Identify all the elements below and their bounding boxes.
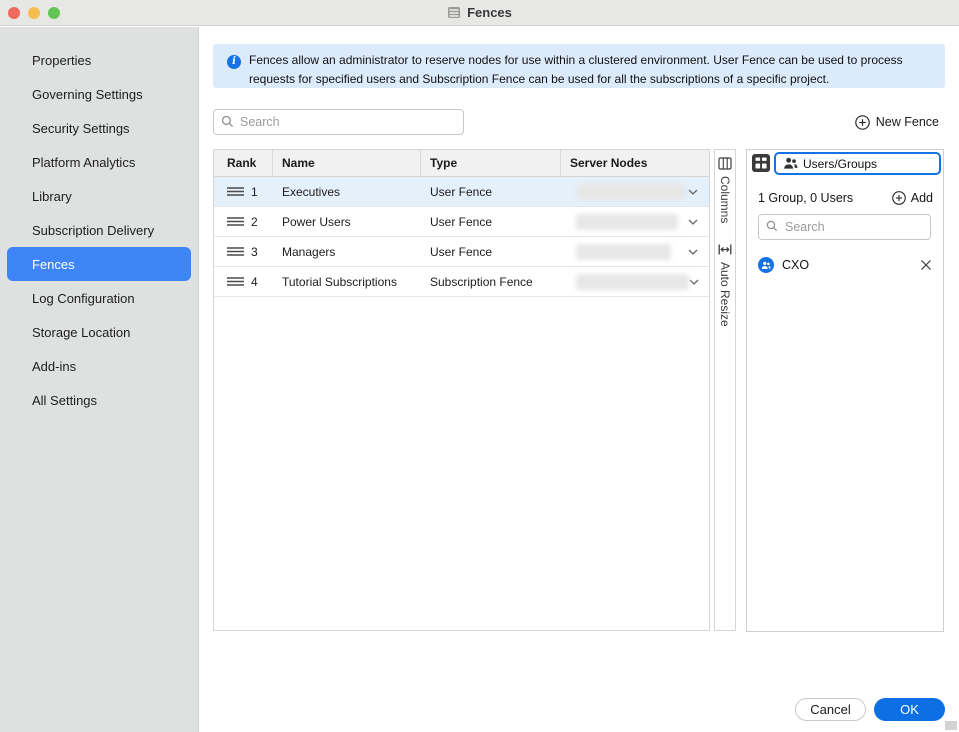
group-avatar (758, 257, 774, 273)
title-bar: Fences (0, 0, 959, 26)
fence-name: Power Users (273, 207, 421, 236)
server-nodes-dropdown[interactable] (561, 237, 709, 266)
column-header-type[interactable]: Type (421, 150, 561, 176)
sidebar-item-fences[interactable]: Fences (7, 247, 191, 281)
server-nodes-redacted (576, 244, 671, 260)
tab-label: Users/Groups (803, 157, 877, 171)
new-fence-button[interactable]: New Fence (855, 113, 939, 131)
column-header-rank[interactable]: Rank (214, 150, 273, 176)
rank-value: 3 (251, 245, 258, 259)
column-header-name[interactable]: Name (273, 150, 421, 176)
sidebar-item-governing-settings[interactable]: Governing Settings (7, 77, 191, 111)
add-label: Add (911, 191, 933, 205)
fence-proxy-icon (447, 6, 461, 19)
window-resize-grip[interactable] (945, 721, 957, 730)
plus-circle-icon (892, 191, 906, 205)
table-row[interactable]: 4 Tutorial Subscriptions Subscription Fe… (214, 267, 709, 297)
table-tools-strip: Columns Auto Resize (714, 149, 736, 631)
fence-type: User Fence (421, 207, 561, 236)
info-banner-text: Fences allow an administrator to reserve… (241, 51, 931, 88)
member-list-item: CXO (758, 256, 932, 274)
sidebar-item-properties[interactable]: Properties (7, 43, 191, 77)
members-search (758, 214, 931, 240)
rank-value: 2 (251, 215, 258, 229)
sidebar-item-library[interactable]: Library (7, 179, 191, 213)
server-nodes-redacted (576, 274, 689, 290)
fence-search-input[interactable] (213, 109, 464, 135)
table-row[interactable]: 2 Power Users User Fence (214, 207, 709, 237)
traffic-lights (8, 7, 60, 19)
sidebar-item-subscription-delivery[interactable]: Subscription Delivery (7, 213, 191, 247)
new-fence-label: New Fence (876, 115, 939, 129)
add-member-button[interactable]: Add (892, 191, 933, 205)
server-nodes-dropdown[interactable] (561, 267, 710, 296)
fences-table: Rank Name Type Server Nodes 1 Executives… (213, 149, 710, 631)
server-nodes-dropdown[interactable] (561, 177, 709, 206)
fence-name: Managers (273, 237, 421, 266)
fence-type: User Fence (421, 237, 561, 266)
search-icon (766, 220, 778, 232)
plus-circle-icon (855, 115, 870, 130)
drag-handle-icon[interactable] (227, 277, 244, 286)
table-row[interactable]: 1 Executives User Fence (214, 177, 709, 207)
close-window-button[interactable] (8, 7, 20, 19)
drag-handle-icon[interactable] (227, 217, 244, 226)
fence-search (213, 109, 464, 135)
auto-resize-icon[interactable] (718, 243, 732, 256)
fence-name: Executives (273, 177, 421, 206)
sidebar-item-storage-location[interactable]: Storage Location (7, 315, 191, 349)
fence-type: Subscription Fence (421, 267, 561, 296)
rank-value: 1 (251, 185, 258, 199)
server-nodes-dropdown[interactable] (561, 207, 709, 236)
members-count: 1 Group, 0 Users (758, 191, 853, 205)
fence-name: Tutorial Subscriptions (273, 267, 421, 296)
remove-member-button[interactable] (920, 259, 932, 271)
app-window: Fences Properties Governing Settings Sec… (0, 0, 959, 732)
chevron-down-icon (688, 219, 698, 225)
zoom-window-button[interactable] (48, 7, 60, 19)
window-title: Fences (467, 5, 512, 20)
member-name: CXO (782, 258, 809, 272)
column-header-server-nodes[interactable]: Server Nodes (561, 150, 709, 176)
close-icon (920, 259, 932, 271)
server-nodes-redacted (576, 214, 678, 230)
columns-tool[interactable]: Columns (718, 176, 732, 223)
users-groups-panel: Users/Groups 1 Group, 0 Users Add (746, 149, 944, 632)
panel-grid-view-button[interactable] (751, 153, 771, 173)
minimize-window-button[interactable] (28, 7, 40, 19)
group-icon (761, 261, 771, 270)
server-nodes-redacted (576, 184, 686, 200)
users-icon (783, 157, 798, 170)
search-icon (221, 115, 234, 128)
drag-handle-icon[interactable] (227, 187, 244, 196)
table-header: Rank Name Type Server Nodes (214, 150, 709, 177)
sidebar-item-security-settings[interactable]: Security Settings (7, 111, 191, 145)
sidebar-item-add-ins[interactable]: Add-ins (7, 349, 191, 383)
chevron-down-icon (689, 279, 699, 285)
info-icon: i (227, 55, 241, 69)
grid-icon (751, 153, 771, 173)
table-row[interactable]: 3 Managers User Fence (214, 237, 709, 267)
fence-type: User Fence (421, 177, 561, 206)
sidebar-item-all-settings[interactable]: All Settings (7, 383, 191, 417)
ok-button[interactable]: OK (874, 698, 945, 721)
columns-icon[interactable] (718, 157, 732, 170)
chevron-down-icon (688, 189, 698, 195)
chevron-down-icon (688, 249, 698, 255)
info-banner: i Fences allow an administrator to reser… (213, 44, 945, 88)
members-search-input[interactable] (758, 214, 931, 240)
settings-sidebar: Properties Governing Settings Security S… (0, 27, 199, 732)
sidebar-item-platform-analytics[interactable]: Platform Analytics (7, 145, 191, 179)
cancel-button[interactable]: Cancel (795, 698, 866, 721)
auto-resize-tool[interactable]: Auto Resize (718, 262, 732, 327)
rank-value: 4 (251, 275, 258, 289)
drag-handle-icon[interactable] (227, 247, 244, 256)
sidebar-item-log-configuration[interactable]: Log Configuration (7, 281, 191, 315)
main-content: i Fences allow an administrator to reser… (199, 27, 959, 732)
tab-users-groups[interactable]: Users/Groups (774, 152, 941, 175)
